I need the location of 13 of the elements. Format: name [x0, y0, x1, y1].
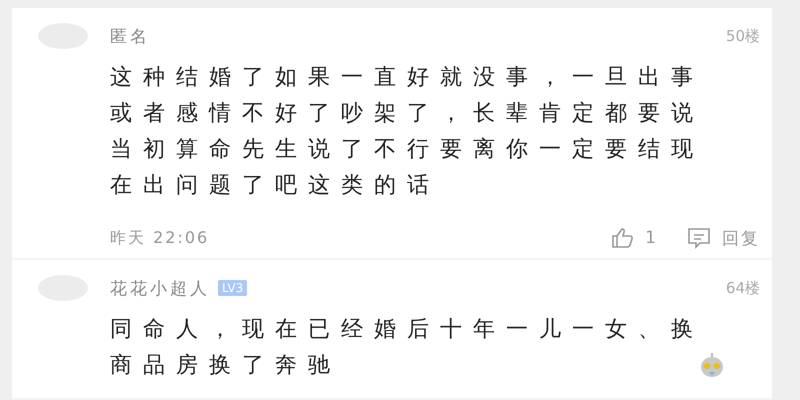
- thumbs-up-icon: [611, 227, 636, 249]
- floor-number: 50楼: [726, 26, 760, 46]
- comment-text: 同命人，现在已经婚后十年一儿一女、换 商品房换了奔驰: [110, 316, 704, 380]
- level-badge: LV3: [218, 280, 248, 296]
- reply-button[interactable]: 回复: [686, 226, 760, 250]
- comment-text: 这种结婚了如果一直好就没事，一旦出事 或者感情不好了吵架了，长辈肯定都要说 当初算命先生说了不行要离你一定要结现 在出问题了吧这类的话: [110, 64, 704, 200]
- like-button[interactable]: 1: [611, 227, 658, 249]
- username[interactable]: 花花小超人: [110, 276, 210, 300]
- robot-emoji-icon: [698, 352, 726, 380]
- comment-icon: [686, 227, 712, 249]
- comment-time: 昨天 22:06: [110, 228, 210, 248]
- floor-number: 64楼: [726, 278, 760, 298]
- username[interactable]: 匿名: [110, 24, 150, 48]
